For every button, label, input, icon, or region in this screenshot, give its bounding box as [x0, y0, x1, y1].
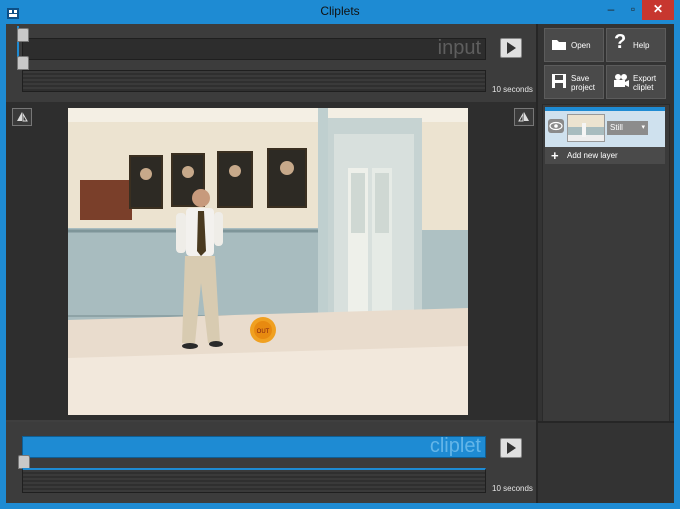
export-cliplet-button[interactable]: Export cliplet — [606, 65, 666, 99]
input-timeline-panel: input 10 seconds — [6, 24, 536, 102]
help-label: Help — [633, 41, 650, 50]
cliplet-playhead-handle[interactable] — [18, 455, 30, 469]
chevron-down-icon: ▾ — [641, 124, 645, 131]
cliplet-timeline-panel: cliplet 10 seconds — [6, 422, 536, 503]
open-label: Open — [571, 41, 591, 50]
cliplet-track[interactable]: cliplet — [22, 435, 486, 458]
window-title: Cliplets — [320, 4, 360, 18]
close-button[interactable]: ✕ — [642, 0, 674, 20]
help-button[interactable]: ? Help — [606, 28, 666, 62]
video-scene: OUT — [68, 108, 468, 415]
cliplet-duration: 10 seconds — [492, 484, 533, 493]
input-track[interactable]: input — [22, 37, 486, 60]
layer-thumbnail — [567, 114, 605, 142]
folder-icon — [552, 40, 566, 50]
side-panel-divider — [538, 421, 674, 423]
cliplet-frames-strip[interactable] — [22, 468, 486, 493]
save-label-line1: Save — [571, 74, 590, 83]
flip-right-button[interactable] — [514, 108, 534, 126]
add-layer-button[interactable]: + Add new layer — [545, 147, 665, 164]
save-icon — [552, 74, 566, 88]
question-icon: ? — [614, 31, 627, 53]
input-frames-strip[interactable] — [22, 70, 486, 92]
input-duration: 10 seconds — [492, 85, 533, 94]
layer-list: Still ▾ + Add new layer — [542, 104, 670, 422]
minimize-button[interactable]: – — [598, 0, 624, 20]
input-start-handle[interactable] — [17, 28, 29, 42]
save-project-label: Save project — [571, 74, 595, 92]
input-track-label: input — [437, 37, 481, 59]
layer-type-select[interactable]: Still ▾ — [607, 121, 648, 135]
input-play-button[interactable] — [500, 38, 522, 58]
export-label-line1: Export — [633, 74, 657, 83]
ball-label: OUT — [257, 329, 270, 335]
add-layer-label: Add new layer — [567, 151, 618, 160]
input-end-handle[interactable] — [17, 56, 29, 70]
flip-left-icon — [17, 112, 28, 122]
flip-right-icon — [518, 112, 529, 122]
window-frame-bottom — [0, 503, 680, 509]
layer-item[interactable]: Still ▾ — [545, 107, 665, 147]
save-label-line2: project — [571, 83, 596, 92]
eye-icon — [549, 121, 563, 131]
export-label-line2: cliplet — [633, 83, 654, 92]
play-icon — [507, 42, 516, 54]
layer-type-value: Still — [610, 123, 623, 132]
play-icon — [507, 442, 516, 454]
cliplet-play-button[interactable] — [500, 438, 522, 458]
open-button[interactable]: Open — [544, 28, 604, 62]
side-panel: Open ? Help Save project Export cliplet St… — [538, 24, 674, 503]
save-project-button[interactable]: Save project — [544, 65, 604, 99]
plus-icon: + — [551, 148, 559, 163]
export-cliplet-label: Export cliplet — [633, 74, 656, 92]
maximize-button[interactable]: ▫ — [624, 0, 642, 20]
video-frame[interactable]: OUT — [68, 108, 468, 415]
video-camera-icon — [614, 74, 629, 87]
window-frame-right — [674, 24, 680, 509]
cliplet-track-label: cliplet — [429, 435, 481, 457]
layer-visibility-toggle[interactable] — [548, 119, 564, 133]
flip-left-button[interactable] — [12, 108, 32, 126]
